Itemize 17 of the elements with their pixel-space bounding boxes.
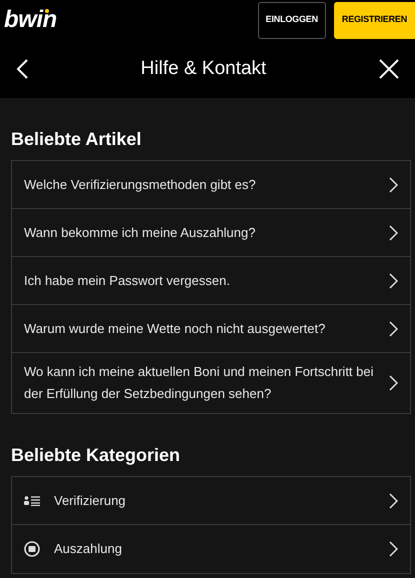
- close-icon[interactable]: [378, 59, 399, 79]
- chevron-icon: [389, 176, 398, 192]
- register-button[interactable]: REGISTRIEREN: [334, 2, 415, 38]
- section-title: Beliebte Kategorien: [10, 444, 182, 467]
- wallet-icon: [24, 541, 40, 557]
- chevron-icon: [389, 224, 398, 240]
- page-title: Hilfe & Kontakt: [140, 56, 266, 81]
- login-button[interactable]: EINLOGGEN: [258, 2, 326, 38]
- back-icon[interactable]: [16, 59, 28, 79]
- chevron-icon: [389, 272, 398, 288]
- section-title: Beliebte Artikel: [10, 128, 142, 151]
- person-list-icon: [24, 496, 40, 506]
- chevron-icon: [389, 375, 398, 391]
- logo[interactable]: bwin: [4, 8, 57, 32]
- chevron-icon: [389, 541, 398, 557]
- chevron-icon: [389, 492, 398, 508]
- chevron-icon: [389, 320, 398, 336]
